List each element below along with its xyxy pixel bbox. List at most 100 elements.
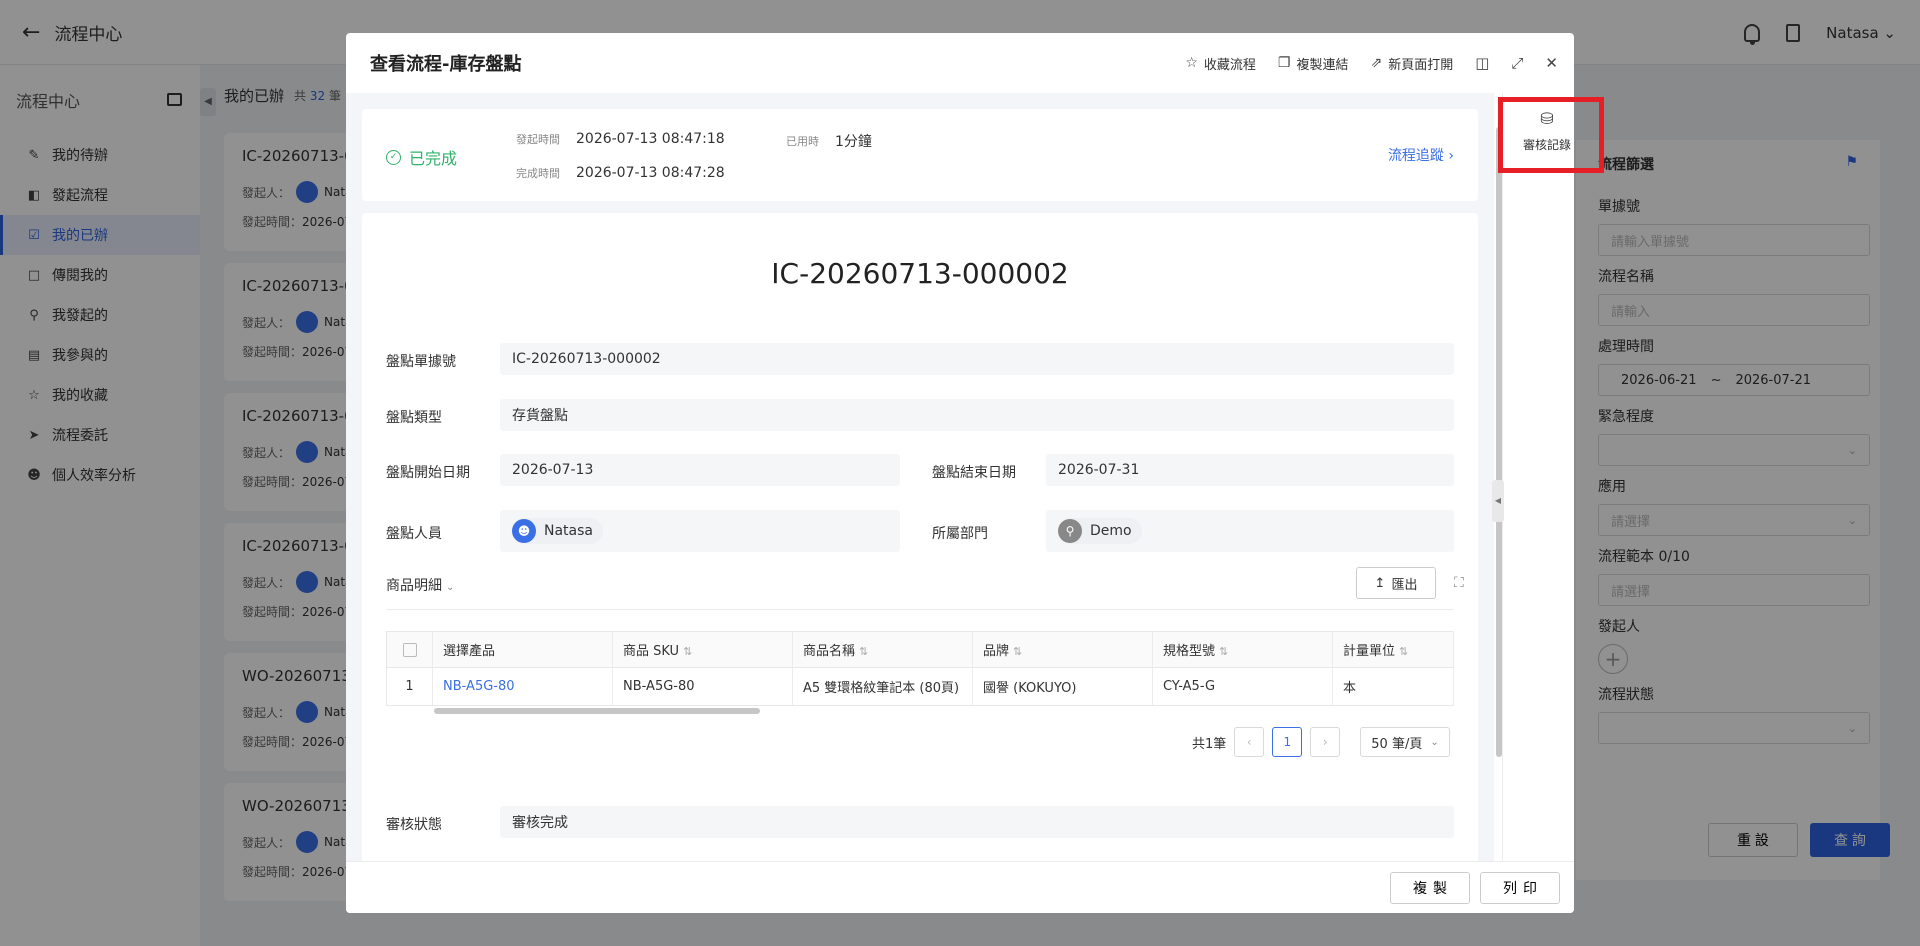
dept-label: 所屬部門: [932, 526, 988, 542]
col-product: 選擇產品: [432, 631, 613, 668]
side-panel-collapse-icon[interactable]: ◀: [1492, 480, 1504, 522]
page-number[interactable]: 1: [1272, 727, 1303, 757]
export-label: 匯出: [1391, 577, 1418, 593]
col-label: 商品 SKU: [623, 644, 680, 659]
page-size-value: 50 筆/頁: [1371, 736, 1423, 752]
start-date-label: 盤點開始日期: [386, 465, 470, 481]
export-button[interactable]: ↥ 匯出: [1356, 567, 1436, 599]
sort-icon: ⇅: [859, 645, 869, 658]
modal-header: 查看流程-庫存盤點 ☆ 收藏流程 ❐ 複製連結 ⇗ 新頁面打開 ◫ ⤢ ✕: [346, 33, 1574, 93]
table-row: 1 NB-A5G-80 NB-A5G-80 A5 雙環格紋筆記本 (80頁) 國…: [386, 667, 1454, 706]
select-all-checkbox[interactable]: [402, 642, 417, 657]
modal-actions: ☆ 收藏流程 ❐ 複製連結 ⇗ 新頁面打開 ◫ ⤢ ✕: [1185, 33, 1558, 93]
sort-icon: ⇅: [1399, 645, 1409, 658]
chevron-down-icon: ⌄: [1430, 736, 1439, 748]
modal-title: 查看流程-庫存盤點: [370, 54, 522, 75]
dept-chip: ⚲ Demo: [1058, 518, 1142, 544]
form-card: IC-20260713-000002 盤點單據號 IC-20260713-000…: [362, 213, 1478, 893]
cell-spec: CY-A5-G: [1152, 667, 1333, 706]
new-page-button[interactable]: ⇗ 新頁面打開: [1370, 54, 1453, 73]
detail-section-toggle[interactable]: 商品明細 ⌄: [386, 575, 454, 595]
col-label: 品牌: [983, 644, 1010, 659]
expand-table-icon[interactable]: ⛶: [1454, 575, 1464, 591]
copy-link-button[interactable]: ❐ 複製連結: [1278, 54, 1349, 73]
elapsed-time: 已用時 1分鐘: [786, 131, 872, 151]
status-badge: ✓ 已完成: [386, 145, 457, 169]
start-date-field: 2026-07-13: [500, 454, 900, 486]
modal-footer: 複製 列印: [346, 861, 1574, 913]
cell-brand: 國譽 (KOKUYO): [972, 667, 1153, 706]
col-label: 規格型號: [1163, 644, 1216, 659]
favorite-button[interactable]: ☆ 收藏流程: [1185, 54, 1256, 73]
sort-icon: ⇅: [683, 645, 693, 658]
end-time-value: 2026-07-13 08:47:28: [576, 165, 725, 181]
sort-icon: ⇅: [1013, 645, 1023, 658]
copy-icon: ❐: [1277, 55, 1291, 71]
elapsed-key: 已用時: [786, 135, 819, 148]
col-brand[interactable]: 品牌 ⇅: [972, 631, 1153, 668]
cell-unit: 本: [1332, 667, 1454, 706]
page-size-select[interactable]: 50 筆/頁 ⌄: [1360, 727, 1451, 757]
new-page-label: 新頁面打開: [1388, 57, 1454, 73]
row-index: 1: [386, 667, 433, 706]
dept-field: ⚲ Demo: [1046, 510, 1454, 552]
chevron-down-icon: ⌄: [446, 582, 455, 593]
table-header-row: 選擇產品 商品 SKU ⇅ 商品名稱 ⇅ 品牌 ⇅ 規格型號 ⇅ 計量單位 ⇅: [386, 631, 1454, 668]
col-name[interactable]: 商品名稱 ⇅: [792, 631, 973, 668]
staff-name: Natasa: [544, 523, 593, 539]
divider: [386, 609, 1454, 610]
view-flow-modal: 查看流程-庫存盤點 ☆ 收藏流程 ❐ 複製連結 ⇗ 新頁面打開 ◫ ⤢ ✕ ✓ 已完成 …: [346, 33, 1574, 913]
doc-no-field: IC-20260713-000002: [500, 343, 1454, 375]
sort-icon: ⇅: [1219, 645, 1229, 658]
col-label: 商品名稱: [803, 644, 856, 659]
start-time: 發起時間 2026-07-13 08:47:18: [516, 131, 725, 147]
highlight-box: [1498, 97, 1604, 173]
status-label: 已完成: [409, 149, 458, 168]
star-icon: ☆: [1185, 55, 1198, 71]
staff-field: ☻ Natasa: [500, 510, 900, 552]
type-label: 盤點類型: [386, 410, 442, 426]
print-button[interactable]: 列印: [1480, 872, 1560, 904]
start-time-key: 發起時間: [516, 133, 560, 146]
col-unit[interactable]: 計量單位 ⇅: [1332, 631, 1454, 668]
pagination: 共1筆 ‹ 1 › 50 筆/頁 ⌄: [1192, 727, 1451, 757]
select-all-cell: [386, 631, 433, 668]
col-spec[interactable]: 規格型號 ⇅: [1152, 631, 1333, 668]
type-field: 存貨盤點: [500, 399, 1454, 431]
audit-status-label: 審核狀態: [386, 817, 442, 833]
favorite-label: 收藏流程: [1203, 57, 1256, 73]
product-link[interactable]: NB-A5G-80: [443, 679, 515, 694]
flow-trace-link[interactable]: 流程追蹤 ›: [1388, 145, 1454, 165]
detail-title: 商品明細: [386, 578, 442, 594]
col-label: 計量單位: [1343, 644, 1396, 659]
end-date-field: 2026-07-31: [1046, 454, 1454, 486]
end-time-key: 完成時間: [516, 167, 560, 180]
org-icon: ⚲: [1058, 519, 1082, 543]
doc-no-label: 盤點單據號: [386, 354, 456, 370]
elapsed-value: 1分鐘: [835, 134, 872, 150]
audit-status-field: 審核完成: [500, 806, 1454, 838]
start-time-value: 2026-07-13 08:47:18: [576, 131, 725, 147]
col-sku[interactable]: 商品 SKU ⇅: [612, 631, 793, 668]
product-detail-table: 選擇產品 商品 SKU ⇅ 商品名稱 ⇅ 品牌 ⇅ 規格型號 ⇅ 計量單位 ⇅ 1 NB-…: [386, 631, 1454, 706]
end-time: 完成時間 2026-07-13 08:47:28: [516, 165, 725, 181]
staff-label: 盤點人員: [386, 526, 442, 542]
table-horizontal-scrollbar[interactable]: [434, 708, 760, 714]
sidebar-toggle-icon[interactable]: ◫: [1475, 54, 1489, 72]
cell-name: A5 雙環格紋筆記本 (80頁): [792, 667, 973, 706]
next-page-icon[interactable]: ›: [1310, 727, 1341, 757]
dept-name: Demo: [1090, 523, 1132, 539]
end-date-label: 盤點結束日期: [932, 465, 1016, 481]
upload-icon: ↥: [1374, 575, 1386, 591]
cell-product: NB-A5G-80: [432, 667, 613, 706]
close-icon[interactable]: ✕: [1545, 54, 1558, 72]
pager-total: 共1筆: [1192, 736, 1227, 752]
check-circle-icon: ✓: [386, 149, 401, 165]
status-card: ✓ 已完成 發起時間 2026-07-13 08:47:18 完成時間 2026-07…: [362, 109, 1478, 201]
user-avatar-icon: ☻: [512, 519, 536, 543]
document-number-title: IC-20260713-000002: [771, 257, 1069, 290]
copy-button[interactable]: 複製: [1390, 872, 1470, 904]
prev-page-icon[interactable]: ‹: [1234, 727, 1265, 757]
fullscreen-icon[interactable]: ⤢: [1511, 54, 1523, 72]
staff-chip: ☻ Natasa: [512, 518, 603, 544]
